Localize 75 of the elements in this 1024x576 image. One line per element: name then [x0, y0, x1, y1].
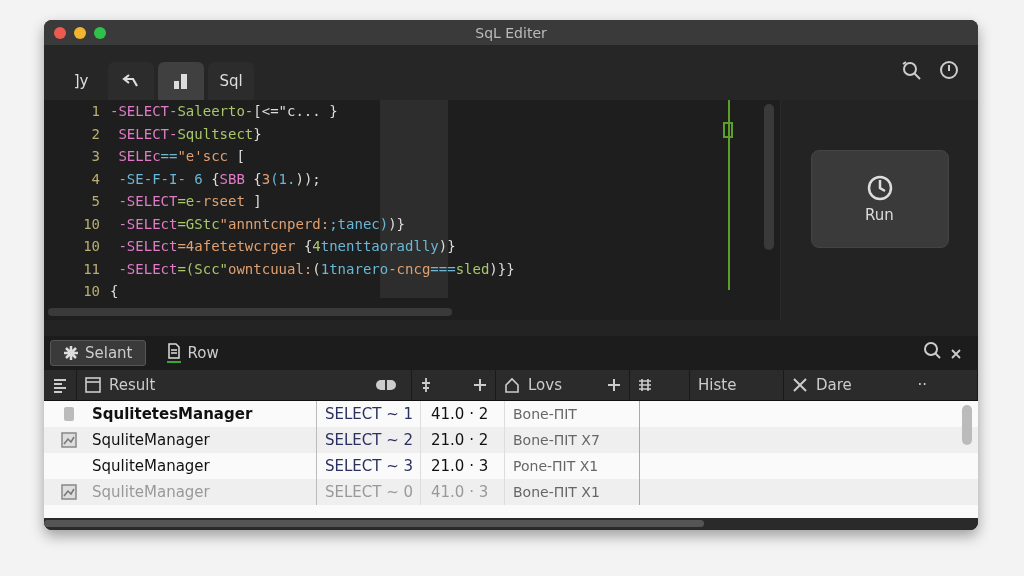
format-button[interactable]: ]y — [58, 62, 104, 100]
line-number: 10 — [82, 283, 101, 300]
table-cell: SqulitetesManager — [92, 405, 253, 423]
table-cell: 21.0 · 3 — [431, 457, 489, 475]
toggle-icon[interactable] — [375, 378, 397, 392]
column-header[interactable]: Result — [109, 376, 156, 394]
image-icon — [61, 484, 77, 500]
search-icon[interactable] — [922, 340, 942, 360]
table-cell: 21.0 · 2 — [431, 431, 489, 449]
table-cell: Pone-ΠΙΤ X1 — [513, 458, 599, 474]
window-title: SqL Editer — [475, 24, 547, 41]
line-number: 3 — [90, 148, 101, 165]
table-icon — [85, 377, 101, 393]
close-button[interactable] — [54, 26, 66, 39]
table-cell: SELECT ~ 2 — [325, 431, 414, 449]
chart-icon — [172, 72, 190, 90]
code-line: -SELEct=(Scc"owntcuual:(1tnarero-cncg===sled)}} — [117, 260, 515, 277]
column-header[interactable]: Lovs — [528, 376, 562, 394]
column-header[interactable]: Histe — [698, 376, 737, 394]
document-icon — [63, 406, 75, 422]
column-header[interactable]: Dare — [816, 376, 852, 394]
code-line: SELEc=="e'scc [ — [117, 148, 245, 165]
code-line: -SELECT=e-rseet ] — [117, 193, 262, 210]
sql-button[interactable]: Sql — [208, 62, 254, 100]
code-line: -SELEct=4afetetwcrger {4tnenttaoradlly)} — [117, 238, 456, 255]
run-button[interactable]: Run — [810, 150, 949, 248]
table-cell: 41.0 · 3 — [431, 483, 489, 501]
line-number: 4 — [90, 170, 101, 187]
table-cell: SquliteManager — [92, 431, 210, 449]
table-cell: Bone-ΠΙΤ X1 — [513, 484, 600, 500]
close-icon[interactable] — [792, 377, 808, 393]
more-button[interactable]: ·· — [917, 376, 927, 394]
plus-icon[interactable] — [473, 378, 487, 392]
minimize-button[interactable] — [74, 26, 86, 39]
table-cell: SELECT ~ 3 — [325, 457, 414, 475]
code-line: SELECT-Squltsect} — [117, 125, 262, 142]
code-line: { — [110, 283, 119, 300]
line-number: 10 — [82, 238, 101, 255]
clock-icon — [865, 174, 894, 202]
results-tab[interactable]: Row — [153, 340, 231, 366]
results-tab[interactable]: Selant — [50, 340, 146, 366]
scrollbar[interactable] — [44, 520, 704, 527]
search-icon[interactable] — [900, 58, 922, 81]
plus-icon[interactable] — [607, 378, 621, 392]
code-line: -SE-F-I- 6 {SBB {3(1.)); — [117, 170, 321, 187]
asterisk-icon — [63, 345, 79, 361]
document-icon — [165, 343, 182, 363]
table-cell: Bone-ΠΙΤ — [513, 406, 577, 422]
code-line: -SELECT-Saleerto-[<="c... } — [110, 103, 338, 120]
line-number: 5 — [90, 193, 101, 210]
table-cell: 41.0 · 2 — [431, 405, 489, 423]
scrollbar[interactable] — [48, 308, 452, 316]
line-number: 11 — [82, 260, 101, 277]
marker-icon — [723, 122, 733, 138]
zoom-button[interactable] — [94, 26, 106, 39]
chart-button[interactable] — [158, 62, 204, 100]
list-icon[interactable] — [52, 377, 68, 393]
power-icon[interactable] — [938, 58, 960, 81]
line-number: 10 — [82, 215, 101, 232]
undo-button[interactable] — [108, 62, 154, 100]
table-cell: SELECT ~ 0 — [325, 483, 414, 501]
scrollbar[interactable] — [764, 104, 774, 250]
line-number: 2 — [90, 125, 101, 142]
table-cell: SquliteManager — [92, 483, 210, 501]
line-number: 1 — [90, 103, 101, 120]
table-cell: SquliteManager — [92, 457, 210, 475]
pin-icon[interactable] — [420, 377, 432, 393]
table-cell: SELECT ~ 1 — [325, 405, 414, 423]
code-line: -SELEct=GStc"annntcnperd:;tanec))} — [117, 215, 406, 232]
scrollbar[interactable] — [962, 405, 972, 445]
home-icon — [504, 377, 520, 393]
grid-icon[interactable] — [638, 378, 652, 392]
image-icon — [61, 432, 77, 448]
close-icon[interactable] — [950, 348, 962, 360]
table-cell: Bone-ΠΙΤ X7 — [513, 432, 600, 448]
